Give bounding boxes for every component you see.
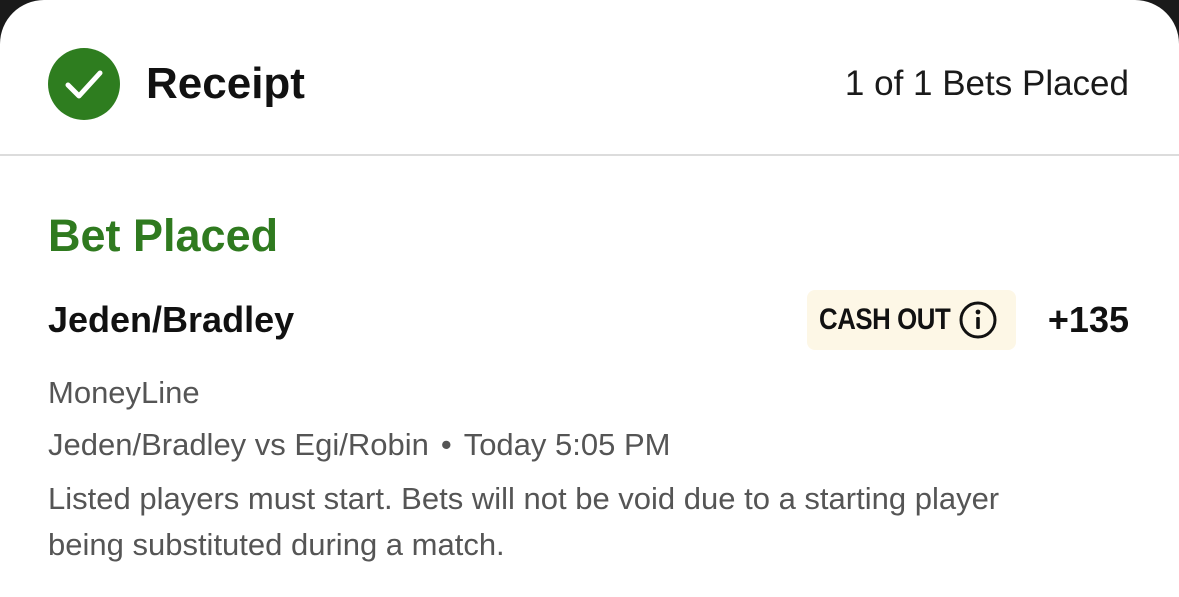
receipt-title: Receipt — [146, 59, 305, 108]
bet-rules-text: Listed players must start. Bets will not… — [48, 481, 1000, 562]
bets-placed-count: 1 of 1 Bets Placed — [844, 64, 1129, 103]
check-icon — [48, 48, 120, 120]
receipt-header: Receipt 1 of 1 Bets Placed — [0, 0, 1179, 156]
event-info: Jeden/Bradley vs Egi/Robin • Today 5:05 PM — [48, 424, 670, 466]
separator-dot: • — [440, 427, 452, 462]
cash-out-label: CASH OUT — [819, 303, 951, 336]
bet-market: MoneyLine — [48, 375, 200, 410]
checkmark-glyph — [65, 70, 103, 99]
info-icon[interactable] — [958, 300, 998, 340]
receipt-sheet: Receipt 1 of 1 Bets Placed Bet Placed Je… — [0, 0, 1179, 597]
event-start-time: Today 5:05 PM — [463, 427, 671, 462]
bet-odds: +135 — [1047, 299, 1129, 340]
bet-status: Bet Placed — [48, 210, 279, 261]
bet-selection: Jeden/Bradley — [48, 299, 295, 340]
event-matchup: Jeden/Bradley vs Egi/Robin — [48, 427, 429, 462]
